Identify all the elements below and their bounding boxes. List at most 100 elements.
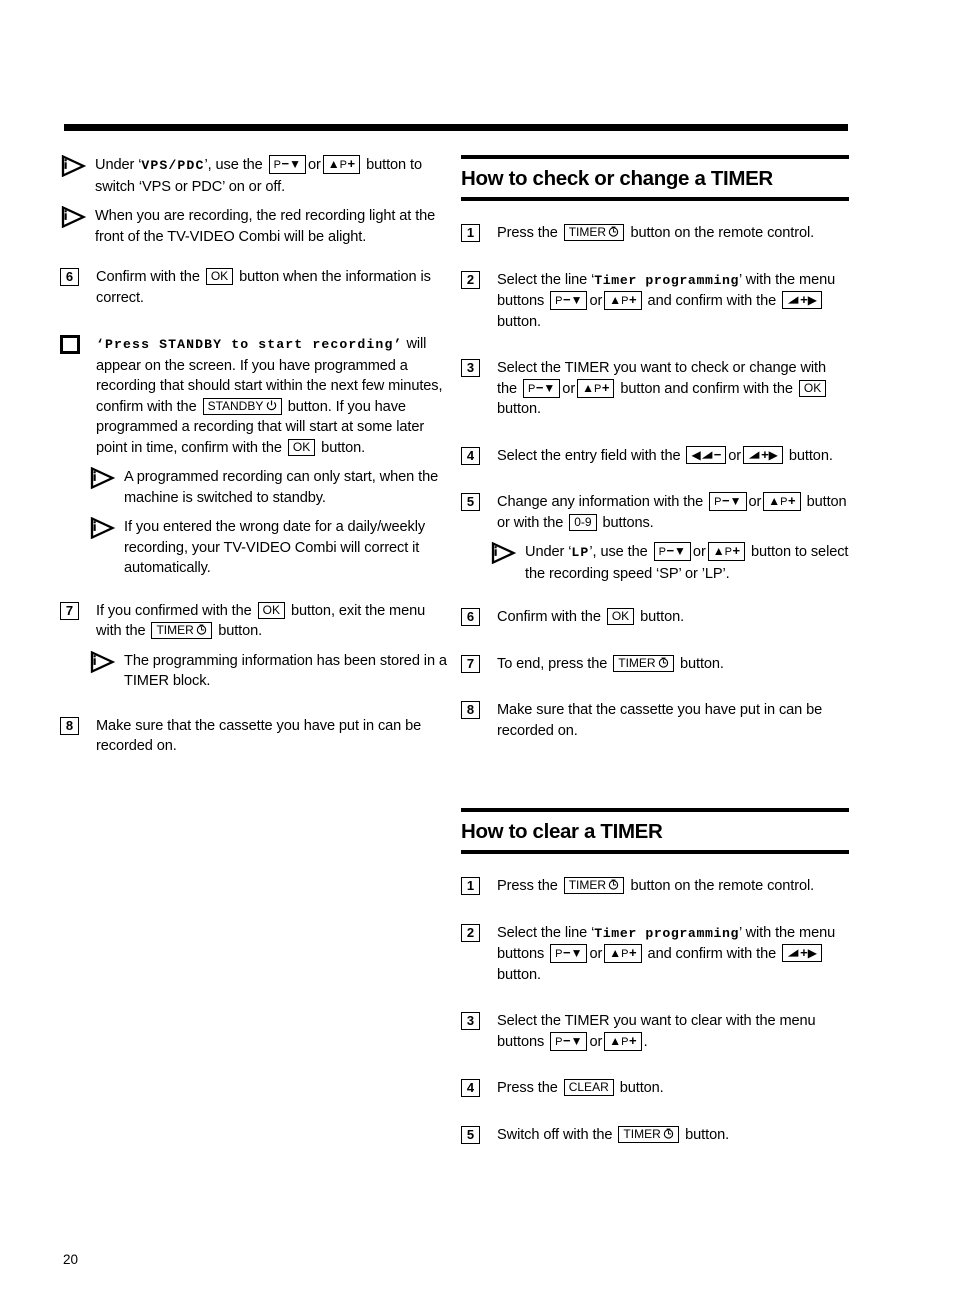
or-word: or [748, 494, 762, 510]
or-word: or [728, 447, 742, 464]
step-text-a: Press the [497, 225, 558, 241]
section-heading-check-timer: How to check or change a TIMER [461, 155, 849, 201]
step-text-c: button. [497, 401, 541, 417]
key-p-up[interactable]: ▲P+ [604, 1031, 642, 1051]
step-check-2: 2 Select the line ‘Timer programming’ wi… [461, 270, 849, 333]
screen-text-timer-programming: Timer programming [594, 272, 740, 288]
clock-timer-icon [658, 657, 669, 668]
step-text-b: button. [640, 609, 685, 625]
empty-box-marker [60, 335, 80, 354]
key-p-up[interactable]: ▲P+ [707, 542, 746, 561]
or-word: or [562, 380, 576, 397]
step-text-a: Select the line ‘ [497, 271, 595, 288]
key-p-up[interactable]: ▲P+ [604, 291, 642, 310]
key-timer[interactable]: TIMER [563, 224, 625, 241]
page-number: 20 [63, 1252, 79, 1267]
key-p-up[interactable]: ▲P+ [577, 378, 615, 398]
key-ok[interactable]: OK [287, 438, 316, 456]
manual-page: Under ‘VPS/PDC’, use the P−▼ or ▲P+ button… [0, 0, 954, 1302]
key-standby[interactable]: STANDBY [202, 397, 282, 415]
key-p-down[interactable]: P−▼ [550, 944, 588, 963]
screen-text-press-standby: ‘Press STANDBY to start recording’ [96, 337, 403, 352]
key-ok[interactable]: OK [798, 379, 827, 397]
step-text-a: Confirm with the [96, 269, 200, 285]
step-number-marker: 1 [461, 224, 480, 242]
step-check-7: 7 To end, press the TIMER button. [461, 654, 849, 675]
step-text-c: and confirm with the [647, 293, 777, 309]
step-text-b: button on the remote control. [630, 878, 815, 894]
step-text-a: Change any information with the [497, 494, 704, 510]
key-p-down[interactable]: P−▼ [550, 291, 588, 310]
step-text-a: Confirm with the [497, 609, 601, 625]
key-p-down[interactable]: P−▼ [268, 155, 306, 174]
step-left-8: 8 Make sure that the cassette you have p… [60, 716, 452, 757]
key-p-down[interactable]: P−▼ [653, 542, 691, 561]
key-volume-up[interactable]: +▶ [782, 944, 822, 962]
or-word-1: or [308, 157, 321, 173]
or-word: or [589, 946, 603, 962]
key-digits[interactable]: 0-9 [569, 513, 597, 531]
step-clear-1: 1 Press the TIMER button on the remote c… [461, 876, 849, 897]
step-text-c: button. [321, 439, 366, 456]
key-p-up[interactable]: ▲P+ [322, 155, 361, 174]
key-ok[interactable]: OK [205, 268, 234, 285]
heading-rule-bottom [461, 850, 849, 854]
key-timer[interactable]: TIMER [563, 877, 625, 894]
key-volume-up[interactable]: +▶ [782, 291, 822, 309]
step-clear-3: 3 Select the TIMER you want to clear wit… [461, 1011, 849, 1052]
step-number-marker: 8 [60, 716, 79, 735]
step-text-b: button and confirm with the [620, 380, 793, 397]
heading-rule-bottom [461, 197, 849, 201]
tip-text-a: Under ‘ [95, 157, 142, 173]
step-text-c: button. [218, 623, 263, 639]
tip-wrong-date: If you entered the wrong date for a dail… [89, 516, 452, 579]
step-check-6: 6 Confirm with the OK button. [461, 607, 849, 628]
step-text: Make sure that the cassette you have put… [96, 717, 422, 755]
key-volume-down[interactable]: ◀ − [686, 445, 727, 464]
step-text-a: Select the TIMER you want to clear with … [497, 1013, 816, 1050]
step-number-marker: 7 [60, 601, 79, 620]
clock-timer-icon [609, 226, 619, 237]
key-p-down[interactable]: P−▼ [709, 492, 747, 511]
clock-timer-icon [197, 624, 207, 635]
key-ok[interactable]: OK [606, 608, 635, 625]
key-p-down[interactable]: P−▼ [522, 378, 561, 398]
or-word: or [692, 544, 706, 560]
volume-wedge-icon [787, 296, 799, 304]
key-p-up[interactable]: ▲P+ [604, 944, 642, 963]
step-number-marker: 1 [461, 877, 480, 895]
key-timer[interactable]: TIMER [618, 1125, 680, 1143]
key-ok[interactable]: OK [257, 601, 285, 619]
tip-text-b: ’, use the [589, 544, 648, 560]
heading-rule-top [461, 155, 849, 159]
section-heading-clear-timer: How to clear a TIMER [461, 808, 849, 854]
key-clear[interactable]: CLEAR [563, 1079, 614, 1096]
heading-rule-top [461, 808, 849, 812]
step-text-b: button. [679, 655, 724, 672]
step-text-d: button. [497, 966, 541, 983]
key-timer[interactable]: TIMER [151, 622, 213, 639]
key-p-up[interactable]: ▲P+ [763, 492, 801, 511]
step-number-marker: 4 [461, 1079, 480, 1097]
step-check-4: 4 Select the entry field with the ◀ − or +▶… [461, 445, 849, 467]
volume-wedge-icon [701, 450, 713, 459]
step-number-marker: 5 [461, 1125, 480, 1144]
step-text-a: Press the [497, 878, 558, 894]
key-timer[interactable]: TIMER [613, 654, 674, 672]
key-p-down[interactable]: P−▼ [550, 1031, 588, 1051]
step-number-marker: 3 [461, 1012, 480, 1030]
tip-vps-pdc: Under ‘VPS/PDC’, use the P−▼ or ▲P+ button… [60, 154, 452, 197]
clock-timer-icon [609, 879, 619, 890]
tip-lp-speed: Under ‘LP’, use the P−▼ or ▲P+ button to s… [490, 541, 849, 584]
step-number-marker: 5 [461, 493, 480, 511]
page-top-rule [64, 124, 848, 131]
screen-text-lp: LP [571, 545, 590, 560]
step-check-1: 1 Press the TIMER button on the remote c… [461, 223, 849, 244]
power-symbol-icon [266, 399, 277, 410]
tip-text: A programmed recording can only start, w… [124, 469, 439, 506]
step-left-6: 6 Confirm with the OK button when the in… [60, 267, 452, 308]
step-left-7: 7 If you confirmed with the OK button, e… [60, 601, 452, 642]
key-volume-up[interactable]: +▶ [743, 445, 783, 464]
step-clear-2: 2 Select the line ‘Timer programming’ wi… [461, 923, 849, 986]
step-clear-4: 4 Press the CLEAR button. [461, 1078, 849, 1099]
